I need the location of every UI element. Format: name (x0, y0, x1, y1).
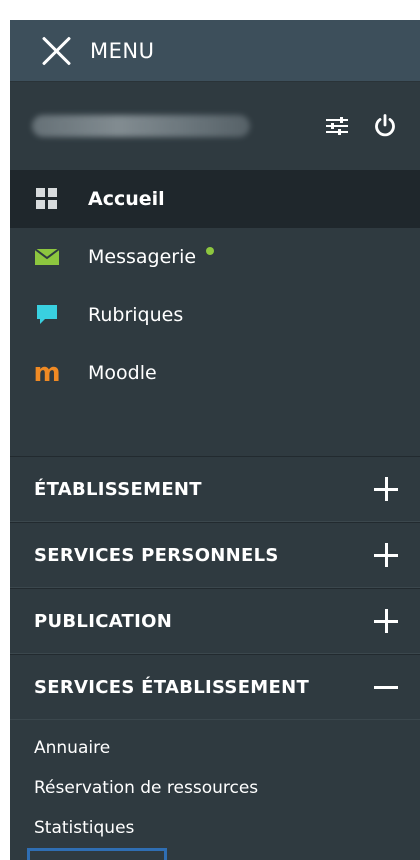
section-label: SERVICES ÉTABLISSEMENT (34, 676, 310, 698)
power-icon[interactable] (372, 113, 398, 139)
plus-icon[interactable] (374, 609, 398, 633)
notification-dot (206, 247, 215, 255)
user-row (10, 82, 420, 170)
submenu-item-educhorus[interactable]: Educ'Horus (27, 848, 167, 860)
submenu-item-annuaire[interactable]: Annuaire (34, 728, 420, 768)
minus-icon[interactable] (374, 675, 398, 699)
plus-icon[interactable] (374, 543, 398, 567)
section-etablissement[interactable]: ÉTABLISSEMENT (10, 456, 420, 522)
nav-item-label: Accueil (88, 188, 165, 210)
section-services-etablissement[interactable]: SERVICES ÉTABLISSEMENT (10, 654, 420, 720)
side-menu-panel: MENU Accueil Messagerie Rubriques m Mood… (10, 20, 420, 860)
section-services-personnels[interactable]: SERVICES PERSONNELS (10, 522, 420, 588)
settings-sliders-icon[interactable] (326, 116, 348, 136)
grid-icon (34, 187, 60, 211)
mail-icon (34, 245, 60, 269)
menu-title: MENU (90, 38, 155, 63)
nav-item-accueil[interactable]: Accueil (10, 170, 420, 228)
menu-header: MENU (10, 20, 420, 82)
nav-item-label: Rubriques (88, 304, 184, 326)
submenu-services-etablissement: Annuaire Réservation de ressources Stati… (10, 720, 420, 860)
nav-item-moodle[interactable]: m Moodle (10, 344, 420, 402)
section-publication[interactable]: PUBLICATION (10, 588, 420, 654)
submenu-item-statistiques[interactable]: Statistiques (34, 808, 420, 848)
user-actions (326, 113, 398, 139)
section-label: SERVICES PERSONNELS (34, 544, 279, 566)
nav-item-label: Messagerie (88, 246, 197, 268)
nav-item-messagerie[interactable]: Messagerie (10, 228, 420, 286)
section-label: ÉTABLISSEMENT (34, 478, 202, 500)
user-name-blurred (32, 115, 250, 137)
moodle-icon: m (33, 358, 61, 388)
chat-icon (34, 303, 60, 327)
nav-item-label: Moodle (88, 362, 157, 384)
submenu-item-reservation[interactable]: Réservation de ressources (34, 768, 420, 808)
plus-icon[interactable] (374, 477, 398, 501)
nav-item-rubriques[interactable]: Rubriques (10, 286, 420, 344)
close-icon[interactable] (40, 34, 74, 68)
section-label: PUBLICATION (34, 610, 173, 632)
